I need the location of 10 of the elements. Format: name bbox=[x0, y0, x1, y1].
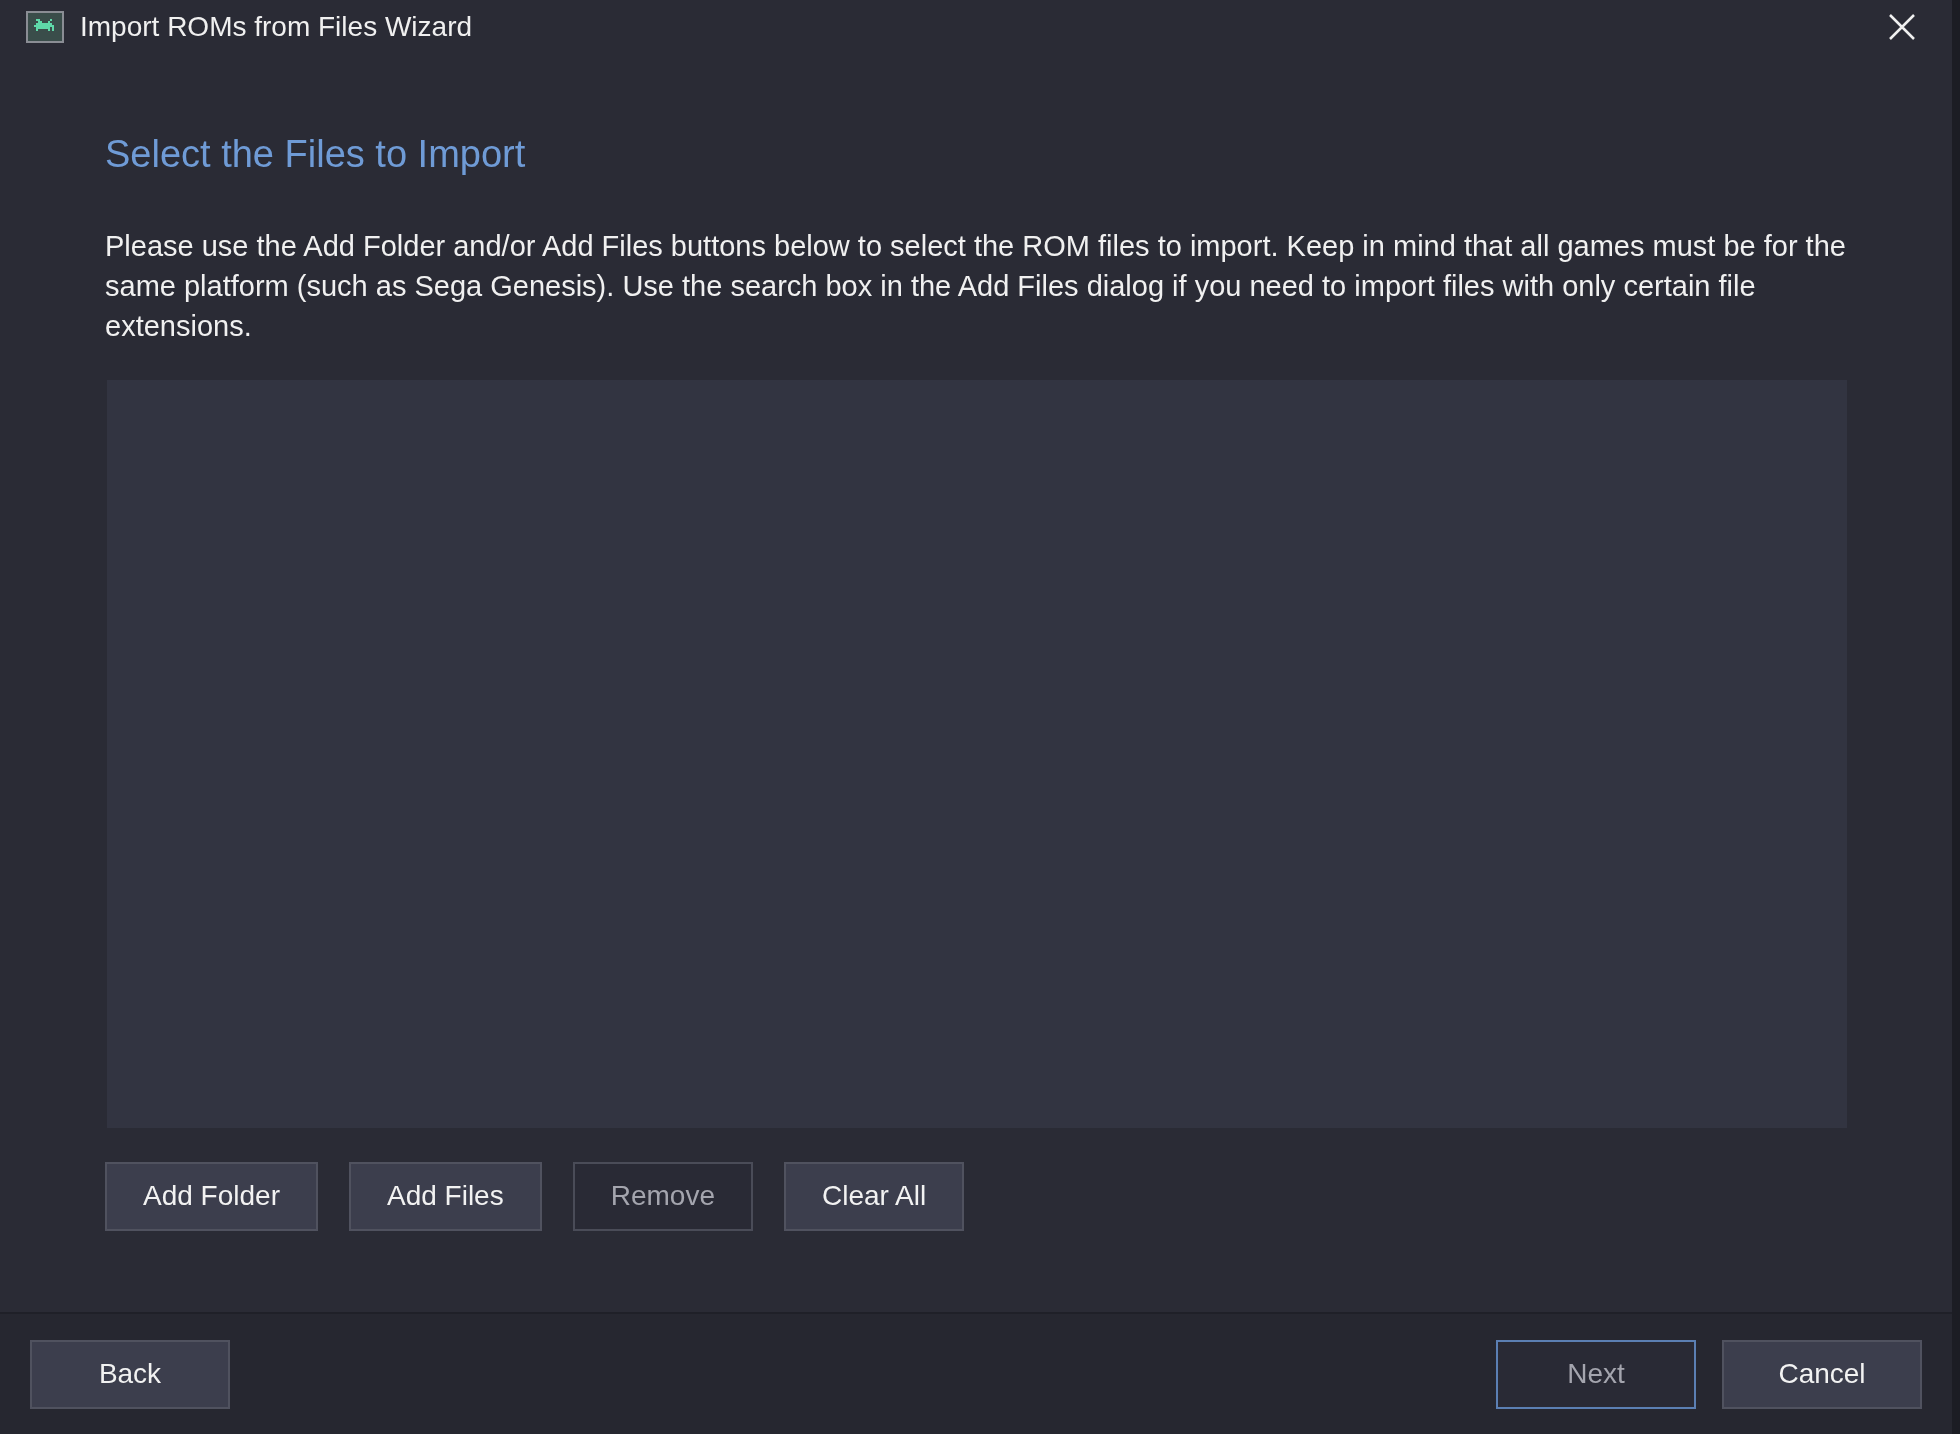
dialog-button[interactable]: Back bbox=[30, 1339, 230, 1409]
instructions-text: Please use the Add Folder and/or Add Files buttons below to select the ROM files to import. Keep in mind that all games must be for the same platform (such as Sega Genesis). Use the search box in the Add Files dialog if you need to import files with only certain file extensions. bbox=[105, 228, 1847, 344]
space-invader-icon bbox=[26, 11, 64, 43]
dialog-button[interactable]: Add Folder bbox=[105, 1161, 318, 1231]
close-icon[interactable] bbox=[1888, 13, 1916, 41]
dialog-button[interactable]: Add Files bbox=[348, 1161, 542, 1231]
page-heading: Select the Files to Import bbox=[105, 132, 527, 177]
dialog-button[interactable]: Clear All bbox=[783, 1161, 965, 1231]
window-title: Import ROMs from Files Wizard bbox=[80, 10, 473, 44]
dialog-button[interactable]: Cancel bbox=[1722, 1339, 1922, 1409]
